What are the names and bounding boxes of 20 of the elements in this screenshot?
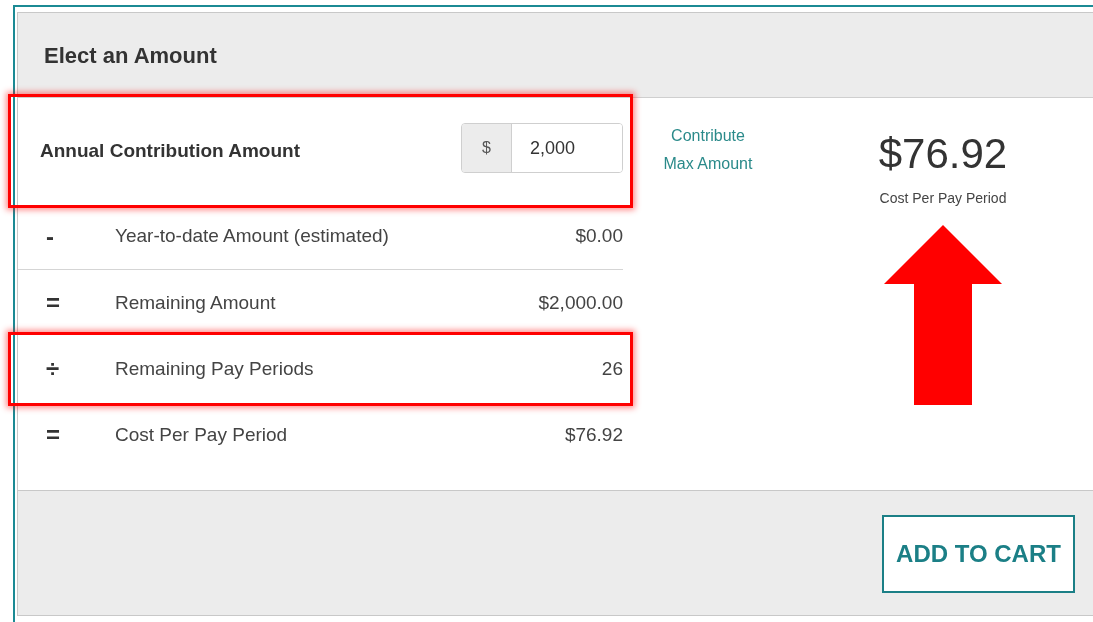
max-amount-link[interactable]: Contribute Max Amount [653,122,763,178]
row-label: Remaining Amount [115,290,277,315]
row-value: $76.92 [564,422,623,447]
row-value: 26 [601,356,623,381]
currency-addon: $ [462,124,512,172]
operator-symbol: - [45,221,55,252]
row-value: $0.00 [575,224,623,249]
operator-symbol: = [45,420,61,450]
cost-amount: $76.92 [878,129,1008,179]
add-to-cart-button[interactable]: ADD TO CART [882,515,1075,593]
operator-symbol: = [45,288,61,318]
row-label: Year-to-date Amount (estimated) [115,224,390,249]
panel-title: Elect an Amount [44,41,217,70]
row-label: Cost Per Pay Period [115,422,289,447]
row-label: Remaining Pay Periods [115,356,315,381]
field-label: Annual Contribution Amount [40,138,300,163]
operator-symbol: ÷ [45,354,61,384]
row-value: $2,000.00 [538,290,623,315]
amount-field[interactable]: $ 2,000 [461,123,623,173]
cost-caption: Cost Per Pay Period [879,189,1007,208]
